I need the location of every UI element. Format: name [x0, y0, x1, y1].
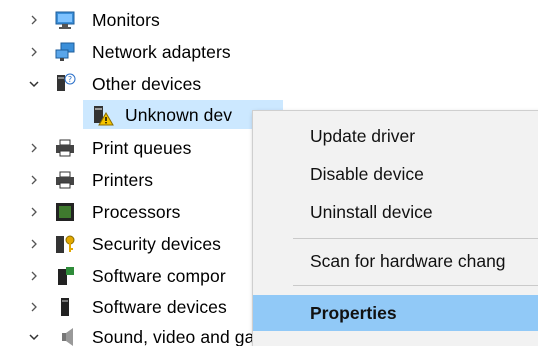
menu-item-label: Properties [310, 302, 397, 323]
tree-item-label-other-devices[interactable]: Other devices [92, 74, 201, 95]
tree-item-label-security-devices[interactable]: Security devices [92, 234, 221, 255]
tree-item-label-print-queues[interactable]: Print queues [92, 138, 191, 159]
tree-item-label-unknown-device[interactable]: Unknown dev [125, 105, 232, 126]
network-adapter-icon [54, 41, 76, 63]
security-device-icon [54, 233, 76, 255]
software-device-icon [54, 296, 76, 318]
menu-item-update-driver[interactable]: Update driver [253, 119, 538, 153]
menu-item-uninstall-device[interactable]: Uninstall device [253, 195, 538, 229]
other-devices-icon: ? [54, 72, 76, 94]
tree-item-label-monitors[interactable]: Monitors [92, 10, 160, 31]
monitor-icon [54, 9, 76, 31]
context-menu: Update driver Disable device Uninstall d… [252, 110, 538, 346]
expand-chevron-network-adapters[interactable] [24, 42, 44, 62]
unknown-device-warning-icon [92, 104, 114, 126]
tree-item-label-processors[interactable]: Processors [92, 202, 181, 223]
expand-chevron-security-devices[interactable] [24, 234, 44, 254]
tree-item-label-network-adapters[interactable]: Network adapters [92, 42, 231, 63]
svg-text:?: ? [68, 75, 72, 84]
menu-item-label: Update driver [310, 125, 416, 146]
speaker-icon [60, 326, 82, 346]
menu-item-label: Scan for hardware chang [310, 250, 506, 271]
tree-item-label-software-devices[interactable]: Software devices [92, 297, 227, 318]
menu-item-properties[interactable]: Properties [253, 295, 538, 331]
menu-separator [293, 238, 538, 239]
menu-item-disable-device[interactable]: Disable device [253, 157, 538, 191]
collapse-chevron-sound-video-game[interactable] [24, 327, 44, 346]
tree-item-label-software-components[interactable]: Software compor [92, 266, 226, 287]
menu-item-label: Disable device [310, 163, 424, 184]
printer-icon [54, 169, 76, 191]
menu-item-scan-for-hardware-changes[interactable]: Scan for hardware chang [253, 244, 538, 278]
expand-chevron-print-queues[interactable] [24, 138, 44, 158]
software-component-icon [54, 265, 76, 287]
tree-item-label-printers[interactable]: Printers [92, 170, 153, 191]
expand-chevron-monitors[interactable] [24, 10, 44, 30]
collapse-chevron-other-devices[interactable] [24, 74, 44, 94]
processor-icon [54, 201, 76, 223]
printer-icon [54, 137, 76, 159]
menu-separator [293, 285, 538, 286]
expand-chevron-software-components[interactable] [24, 266, 44, 286]
expand-chevron-processors[interactable] [24, 202, 44, 222]
expand-chevron-software-devices[interactable] [24, 297, 44, 317]
expand-chevron-printers[interactable] [24, 170, 44, 190]
menu-item-label: Uninstall device [310, 201, 433, 222]
